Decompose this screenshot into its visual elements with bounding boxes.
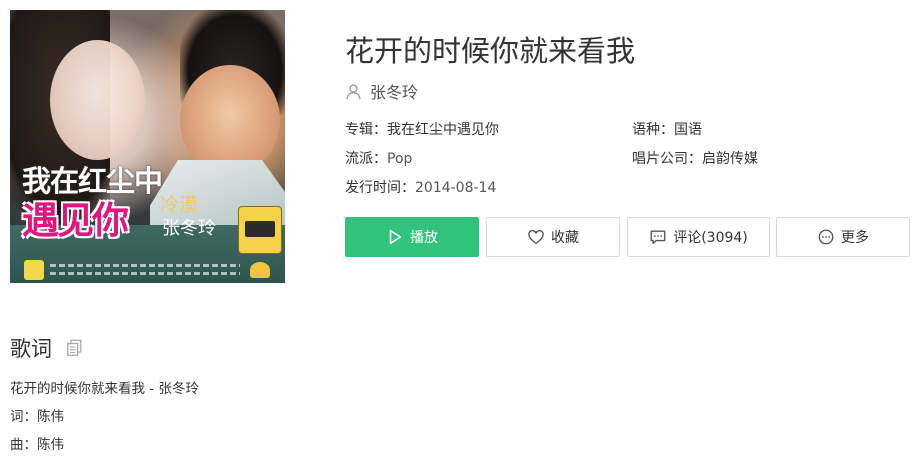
song-title: 花开的时候你就来看我 [345, 34, 636, 68]
artist-row: 张冬玲 [345, 79, 418, 103]
album-link[interactable]: 我在红尘中遇见你 [387, 122, 499, 138]
more-icon [818, 229, 834, 245]
company-link[interactable]: 启韵传媒 [702, 151, 758, 167]
language-value: 国语 [674, 122, 702, 138]
label-logo-right [250, 262, 270, 278]
album-info: 专辑：我在红尘中遇见你 [345, 119, 499, 139]
lyric-line: 花开的时候你就来看我 - 张冬玲 [10, 381, 199, 397]
more-label: 更多 [841, 230, 869, 246]
cover-tag: 冷漠 [160, 194, 199, 216]
comment-icon [650, 230, 666, 244]
user-icon [346, 83, 361, 99]
comment-label: 评论(3094) [673, 230, 748, 246]
genre-link[interactable]: Pop [387, 151, 412, 167]
cover-fine-print [50, 272, 240, 275]
cover-artist: 张冬玲 [162, 218, 216, 239]
release-info: 发行时间：2014-08-14 [345, 177, 496, 197]
lyric-line: 曲：陈伟 [10, 437, 64, 453]
release-label: 发行时间： [345, 180, 415, 196]
album-label: 专辑： [345, 122, 387, 138]
cover-art-face-right [180, 65, 280, 175]
company-info: 唱片公司：启韵传媒 [632, 148, 758, 168]
cover-art-face-left [50, 40, 145, 160]
genre-info: 流派：Pop [345, 148, 412, 168]
lyrics-header: 歌词 [10, 333, 83, 363]
comment-button[interactable]: 评论(3094) [627, 217, 770, 257]
play-icon [389, 229, 402, 245]
play-button[interactable]: 播放 [345, 217, 479, 257]
play-label: 播放 [410, 230, 438, 246]
favorite-label: 收藏 [551, 230, 579, 246]
language-info: 语种：国语 [632, 119, 702, 139]
copy-icon[interactable] [66, 339, 83, 357]
cover-badge [238, 206, 282, 254]
cover-title-line2: 遇见你 [22, 199, 129, 242]
heart-icon [528, 230, 544, 245]
lyric-line: 词：陈伟 [10, 409, 64, 425]
album-cover[interactable]: 我在红尘中 遇见你 冷漠 张冬玲 [10, 10, 285, 283]
favorite-button[interactable]: 收藏 [486, 217, 620, 257]
label-logo-left [24, 260, 44, 280]
genre-label: 流派： [345, 151, 387, 167]
artist-link[interactable]: 张冬玲 [370, 79, 418, 103]
company-label: 唱片公司： [632, 151, 702, 167]
more-button[interactable]: 更多 [776, 217, 910, 257]
lyrics-heading: 歌词 [10, 337, 52, 361]
language-label: 语种： [632, 122, 674, 138]
release-date: 2014-08-14 [415, 180, 497, 196]
cover-fine-print [50, 264, 240, 267]
